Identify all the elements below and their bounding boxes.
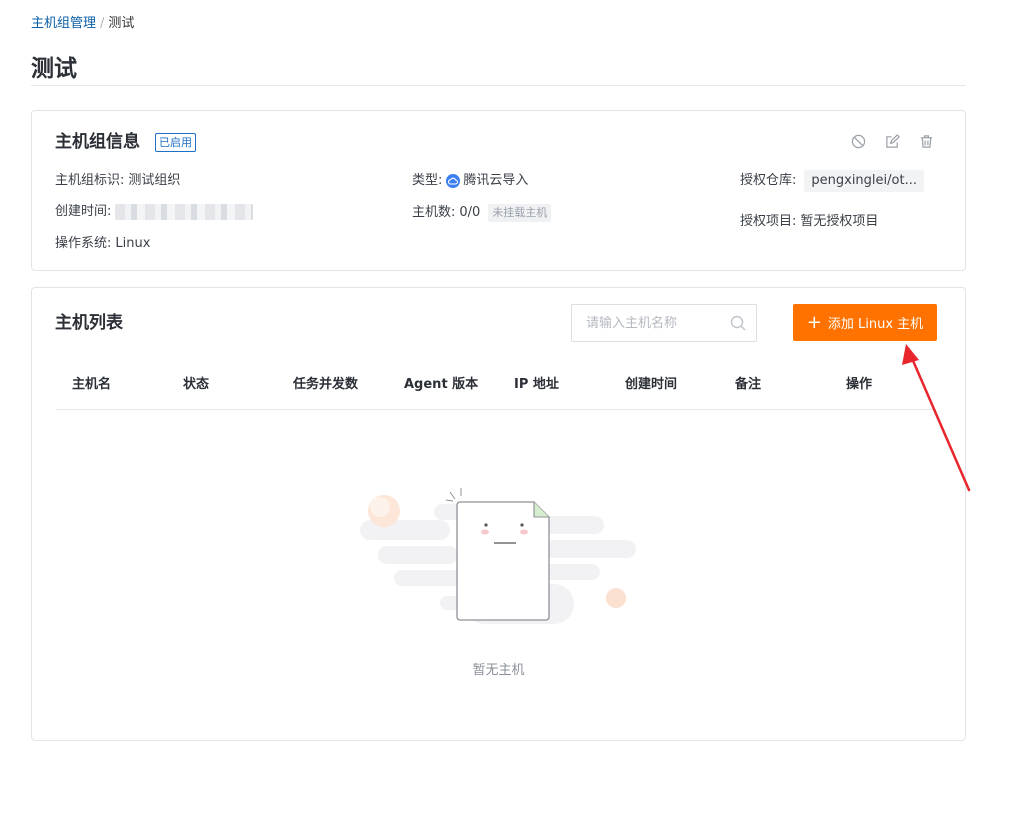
column-header-hostname: 主机名 — [72, 377, 112, 392]
host-list-card: 主机列表 + 添加 Linux 主机 主机名 状态 任务并发数 Agent 版本… — [31, 287, 966, 741]
created-time-field: 创建时间: — [55, 202, 254, 222]
breadcrumb-link-host-group-management[interactable]: 主机组管理 — [31, 15, 96, 33]
edit-icon — [885, 133, 900, 148]
title-divider — [31, 85, 966, 86]
project-field: 授权项目: 暂无授权项目 — [740, 212, 878, 232]
repo-label: 授权仓库: — [740, 173, 797, 188]
repo-field: 授权仓库: pengxinglei/ot... — [740, 170, 924, 192]
empty-state-text: 暂无主机 — [472, 663, 525, 678]
identifier-field: 主机组标识: 测试组织 — [55, 171, 180, 191]
ban-icon — [851, 134, 865, 148]
status-badge: 已启用 — [155, 133, 196, 152]
host-search-input[interactable] — [586, 315, 730, 331]
project-value: 暂无授权项目 — [800, 214, 879, 229]
identifier-value: 测试组织 — [128, 173, 181, 188]
search-box — [571, 304, 757, 342]
plus-icon: + — [806, 311, 822, 333]
column-header-actions: 操作 — [846, 377, 873, 392]
breadcrumb-current: 测试 — [108, 16, 135, 31]
add-linux-host-button[interactable]: + 添加 Linux 主机 — [793, 304, 937, 341]
disable-button[interactable] — [849, 132, 867, 150]
column-header-ip-address: IP 地址 — [514, 377, 559, 392]
breadcrumb-separator: / — [100, 16, 105, 31]
host-count-field: 主机数: 0/0 未挂载主机 — [412, 203, 552, 223]
host-group-info-title: 主机组信息 — [55, 132, 140, 152]
column-header-concurrency: 任务并发数 — [293, 377, 359, 392]
column-header-status: 状态 — [183, 377, 210, 392]
trash-icon — [920, 134, 932, 148]
card-actions — [849, 132, 935, 150]
created-time-value-redacted — [115, 204, 254, 220]
type-label: 类型: — [412, 173, 443, 188]
type-field: 类型: 腾讯云导入 — [412, 171, 528, 191]
column-header-agent-version: Agent 版本 — [404, 377, 479, 392]
created-time-label: 创建时间: — [55, 204, 112, 219]
column-header-remark: 备注 — [735, 377, 762, 392]
breadcrumb: 主机组管理 / 测试 — [31, 15, 134, 33]
edit-button[interactable] — [883, 132, 901, 150]
type-value: 腾讯云导入 — [463, 173, 529, 188]
host-table-header: 主机名 状态 任务并发数 Agent 版本 IP 地址 创建时间 备注 操作 — [56, 360, 936, 410]
repo-value: pengxinglei/ot... — [804, 170, 924, 192]
host-count-value: 0/0 — [459, 205, 481, 220]
unmounted-hosts-tag: 未挂载主机 — [488, 204, 552, 222]
project-label: 授权项目: — [740, 214, 797, 229]
os-value: Linux — [115, 236, 151, 251]
host-count-label: 主机数: — [412, 205, 456, 220]
os-field: 操作系统: Linux — [55, 234, 150, 254]
os-label: 操作系统: — [55, 236, 112, 251]
identifier-label: 主机组标识: — [55, 173, 125, 188]
tencent-cloud-icon — [446, 174, 461, 188]
add-linux-host-label: 添加 Linux 主机 — [827, 317, 924, 332]
page-title: 测试 — [31, 56, 77, 82]
empty-state-illustration — [360, 488, 636, 624]
search-icon[interactable] — [730, 315, 746, 331]
column-header-created-time: 创建时间 — [625, 377, 678, 392]
delete-button[interactable] — [917, 132, 935, 150]
host-list-title: 主机列表 — [55, 313, 123, 333]
host-group-info-card: 主机组信息 已启用 主机组标识: 测试组织 创建时间: 操作系统: Linux — [31, 110, 966, 271]
